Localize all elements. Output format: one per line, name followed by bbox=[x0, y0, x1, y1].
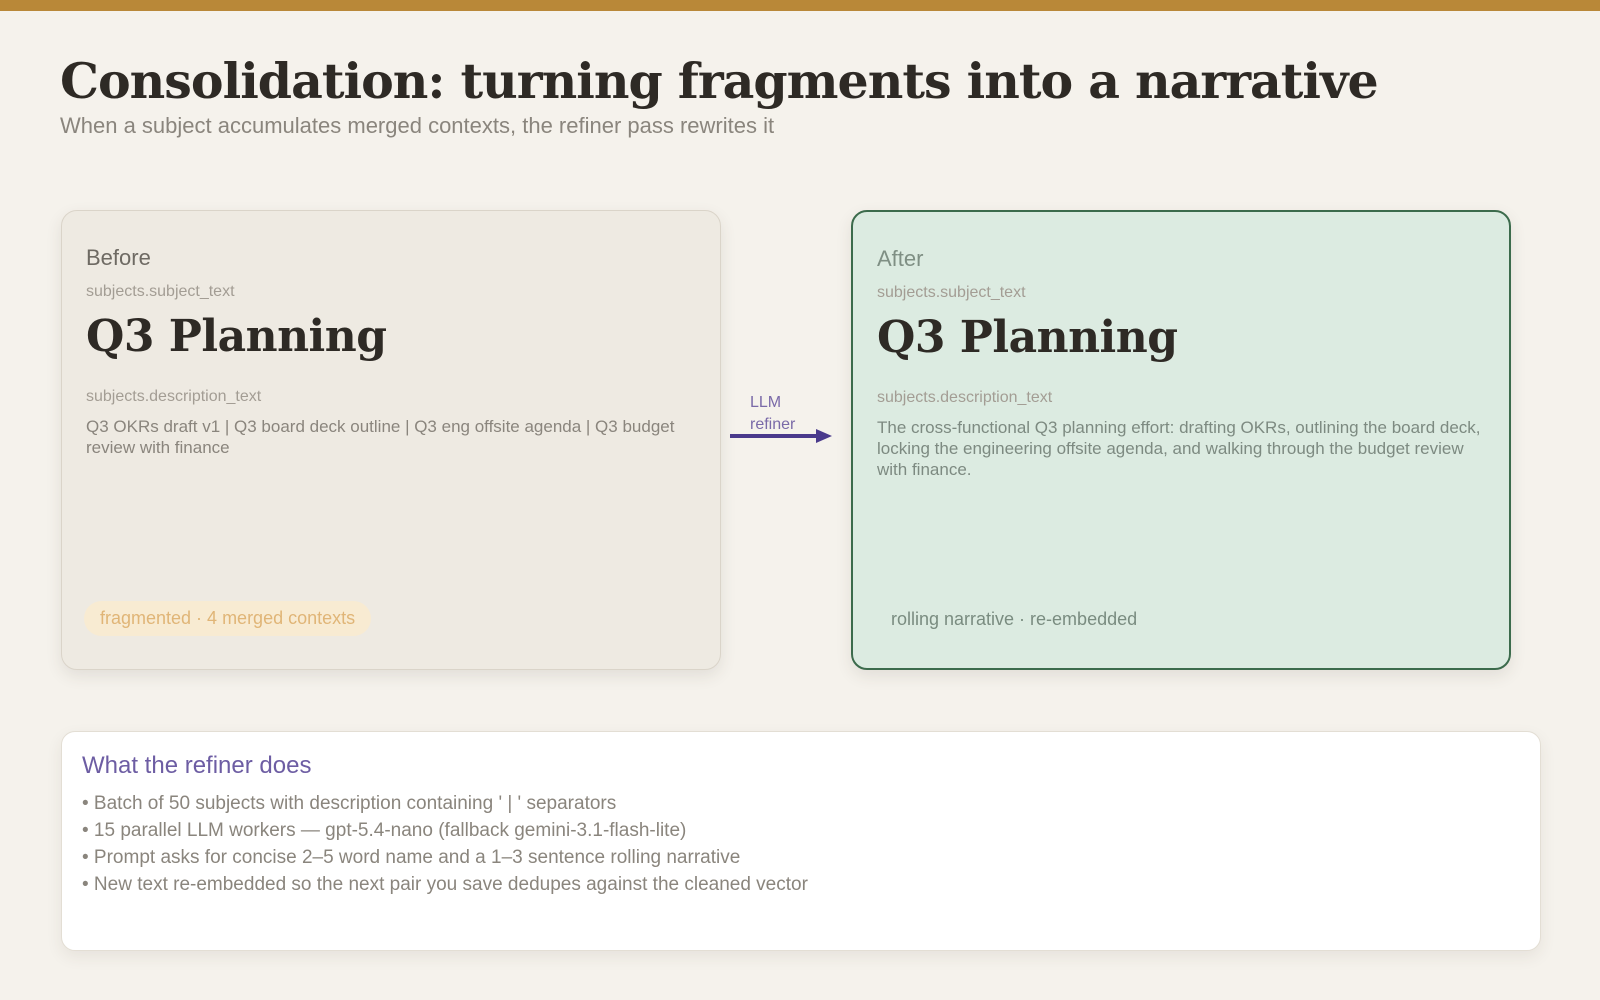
before-description-field-name: subjects.description_text bbox=[86, 388, 262, 405]
list-item: • Prompt asks for concise 2–5 word name … bbox=[82, 847, 741, 868]
list-item: • Batch of 50 subjects with description … bbox=[82, 793, 617, 814]
panel-title: What the refiner does bbox=[82, 752, 312, 779]
after-card: After subjects.subject_text Q3 Planning … bbox=[851, 210, 1511, 670]
list-item: • New text re-embedded so the next pair … bbox=[82, 874, 808, 895]
panel-list: • Batch of 50 subjects with description … bbox=[82, 790, 1520, 898]
before-subject-text: Q3 Planning bbox=[86, 311, 387, 362]
before-label: Before bbox=[86, 245, 151, 270]
refiner-info-panel: What the refiner does • Batch of 50 subj… bbox=[61, 731, 1541, 951]
after-status-badge: rolling narrative · re-embedded bbox=[891, 609, 1138, 629]
after-subject-text: Q3 Planning bbox=[877, 312, 1178, 363]
after-description-field-name: subjects.description_text bbox=[877, 389, 1053, 406]
after-description-text: The cross-functional Q3 planning effort:… bbox=[877, 418, 1481, 479]
page-title: Consolidation: turning fragments into a … bbox=[60, 52, 1379, 110]
page-subtitle: When a subject accumulates merged contex… bbox=[60, 113, 775, 138]
after-subject-field-name: subjects.subject_text bbox=[877, 284, 1026, 301]
before-card: Before subjects.subject_text Q3 Planning… bbox=[61, 210, 721, 670]
llm-refiner-connector: LLM refiner bbox=[728, 388, 838, 458]
list-item: • 15 parallel LLM workers — gpt-5.4-nano… bbox=[82, 820, 687, 841]
before-description-text: Q3 OKRs draft v1 | Q3 board deck outline… bbox=[86, 417, 675, 457]
before-subject-field-name: subjects.subject_text bbox=[86, 283, 235, 300]
arrow-head bbox=[816, 429, 832, 443]
connector-label-line1: LLM bbox=[750, 394, 782, 411]
right-arrow-icon bbox=[730, 429, 832, 443]
before-status-badge: fragmented · 4 merged contexts bbox=[84, 601, 372, 636]
top-accent-bar bbox=[0, 0, 1600, 11]
after-label: After bbox=[877, 246, 924, 271]
